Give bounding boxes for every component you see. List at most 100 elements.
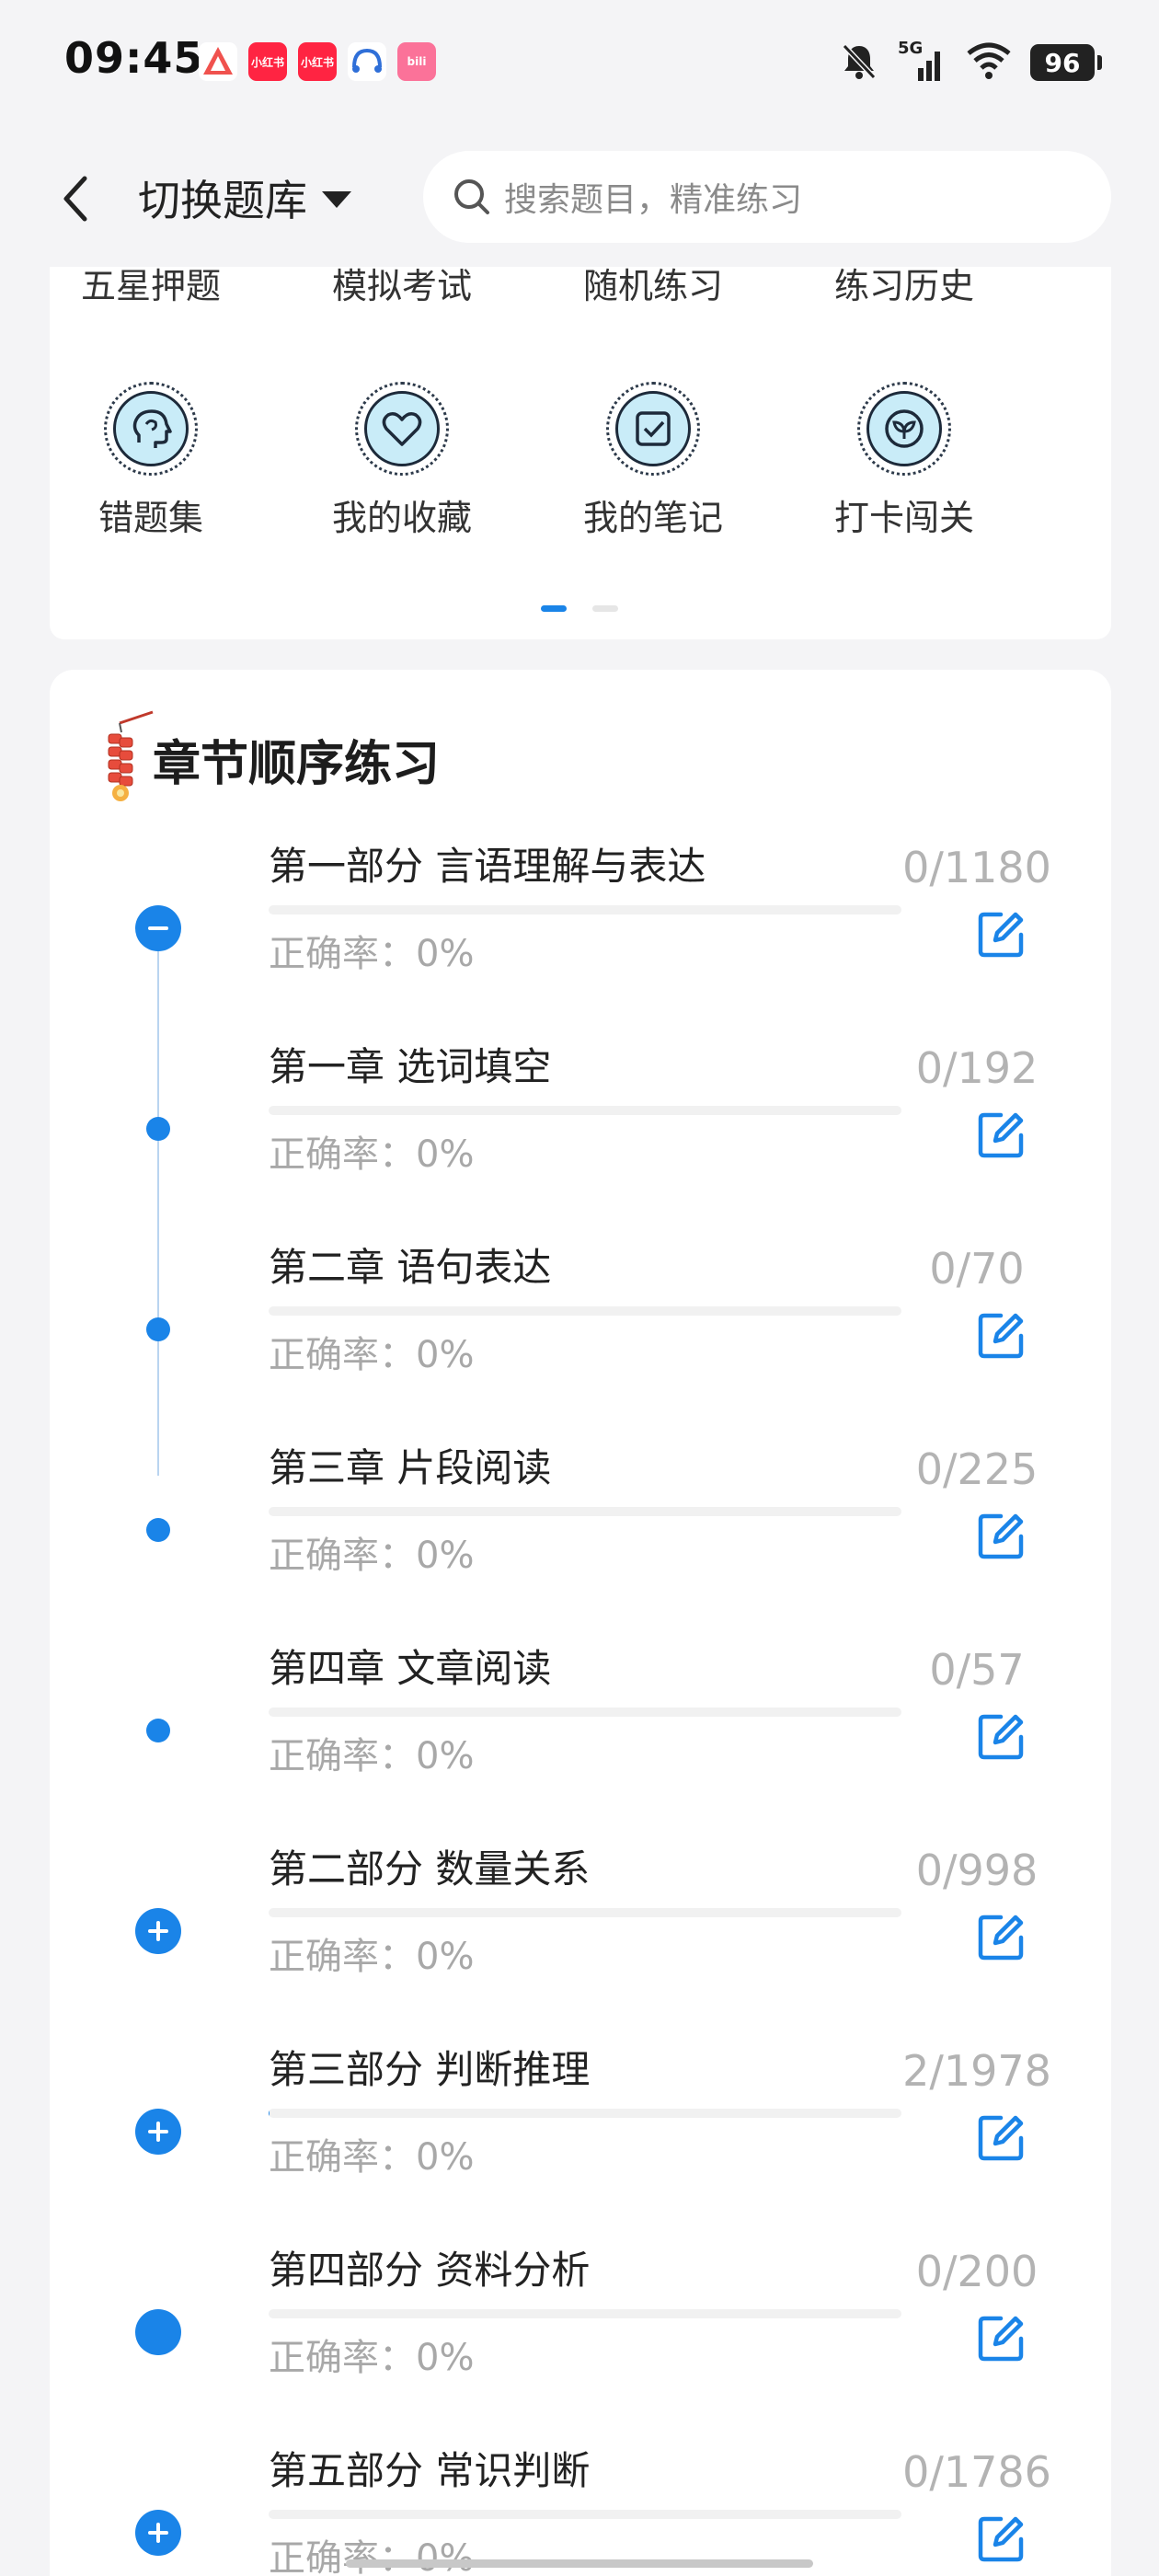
back-button[interactable]	[48, 162, 103, 236]
expand-icon[interactable]	[135, 2510, 181, 2556]
chapter-row[interactable]: 第二部分 数量关系正确率：0% 0/998	[50, 1838, 1111, 2039]
header-bar: 切换题库 搜索题目，精准练习	[0, 129, 1159, 267]
bilibili-icon: bili	[397, 42, 436, 81]
progress-bar	[269, 1106, 901, 1115]
chapter-row[interactable]: 第五部分 常识判断正确率：0% 0/1786	[50, 2440, 1111, 2576]
progress-bar	[269, 905, 901, 914]
chapter-title[interactable]: 第一部分 言语理解与表达	[269, 835, 706, 891]
home-indicator	[346, 2559, 813, 2568]
page-indicator-inactive	[592, 605, 618, 612]
edit-practice-icon[interactable]	[973, 1108, 1028, 1163]
accuracy-label: 正确率：0%	[269, 1334, 475, 1376]
edit-practice-icon[interactable]	[973, 2110, 1028, 2166]
question-count: 0/998	[915, 1846, 1039, 1895]
edit-practice-icon[interactable]	[973, 907, 1028, 962]
search-placeholder: 搜索题目，精准练习	[504, 181, 803, 219]
feature-wrong-questions[interactable]: 错题集	[50, 489, 252, 540]
question-count: 0/192	[915, 1043, 1039, 1093]
timeline-dot	[146, 1317, 170, 1341]
progress-bar-fill	[269, 2109, 270, 2118]
edit-practice-icon[interactable]	[973, 2311, 1028, 2366]
progress-bar	[269, 1908, 901, 1917]
head-icon[interactable]	[104, 382, 198, 476]
progress-bar	[269, 2510, 901, 2519]
section-title: 章节顺序练习	[153, 737, 441, 792]
collapse-icon[interactable]	[135, 905, 181, 951]
edit-practice-icon[interactable]	[973, 1308, 1028, 1363]
page-indicator-active	[541, 605, 567, 612]
timeline-dot	[146, 1117, 170, 1141]
edit-practice-icon[interactable]	[973, 1910, 1028, 1965]
accuracy-label: 正确率：0%	[269, 1133, 475, 1176]
chapter-row[interactable]: 第三章 片段阅读正确率：0% 0/225	[50, 1437, 1111, 1638]
sprout-icon[interactable]	[857, 382, 951, 476]
page: 09:45 小红书 小红书 bili 5G 96 五星押题 模拟考试 随机练习 …	[0, 0, 1159, 2576]
question-count: 0/70	[929, 1244, 1025, 1294]
chapter-title[interactable]: 第三章 片段阅读	[269, 1437, 551, 1493]
notifications-off-icon	[839, 40, 879, 85]
timeline-dot	[146, 1719, 170, 1742]
accuracy-label: 正确率：0%	[269, 2537, 475, 2576]
xiaohongshu-icon: 小红书	[248, 42, 287, 81]
question-count: 2/1978	[902, 2046, 1051, 2096]
progress-bar	[269, 1306, 901, 1316]
accuracy-label: 正确率：0%	[269, 1936, 475, 1978]
question-count: 0/57	[929, 1645, 1025, 1695]
expand-icon[interactable]	[135, 1908, 181, 1954]
chapter-row[interactable]: 第四章 文章阅读正确率：0% 0/57	[50, 1638, 1111, 1838]
status-bar: 09:45 小红书 小红书 bili 5G 96	[0, 0, 1159, 129]
chapter-title[interactable]: 第二部分 数量关系	[269, 1838, 590, 1894]
note-check-icon[interactable]	[606, 382, 700, 476]
headset-app-icon	[348, 42, 386, 81]
edit-practice-icon[interactable]	[973, 2512, 1028, 2567]
chapter-title[interactable]: 第三部分 判断推理	[269, 2039, 590, 2095]
status-indicators: 5G 96	[839, 37, 1102, 88]
search-input[interactable]: 搜索题目，精准练习	[423, 151, 1111, 243]
timeline-dot	[146, 1518, 170, 1542]
accuracy-label: 正确率：0%	[269, 933, 475, 975]
edit-practice-icon[interactable]	[973, 1509, 1028, 1564]
feature-check-in[interactable]: 打卡闯关	[803, 489, 1005, 540]
progress-bar	[269, 1708, 901, 1717]
chapter-row[interactable]: 第一章 选词填空正确率：0% 0/192	[50, 1036, 1111, 1236]
wifi-icon	[966, 40, 1012, 85]
question-count: 0/1180	[902, 843, 1051, 892]
switch-question-bank[interactable]: 切换题库	[138, 166, 351, 230]
progress-bar	[269, 1507, 901, 1516]
chapter-row[interactable]: 第一部分 言语理解与表达正确率：0% 0/1180	[50, 835, 1111, 1036]
chevron-left-icon	[63, 176, 87, 222]
chapter-row[interactable]: 第三部分 判断推理正确率：0% 2/1978	[50, 2039, 1111, 2239]
caret-down-icon	[322, 191, 351, 208]
question-count: 0/225	[915, 1444, 1039, 1494]
heart-icon[interactable]	[355, 382, 449, 476]
chapter-title[interactable]: 第四部分 资料分析	[269, 2239, 590, 2295]
feature-favorites[interactable]: 我的收藏	[301, 489, 503, 540]
question-count: 0/200	[915, 2247, 1039, 2296]
progress-bar	[269, 2309, 901, 2318]
chapter-row[interactable]: 第四部分 资料分析正确率：0% 0/200	[50, 2239, 1111, 2440]
edit-practice-icon[interactable]	[973, 1709, 1028, 1765]
progress-bar	[269, 2109, 901, 2118]
chapter-title[interactable]: 第二章 语句表达	[269, 1236, 551, 1293]
app-notification-icon	[199, 42, 237, 81]
question-count: 0/1786	[902, 2447, 1051, 2497]
chapter-practice-card: 章节顺序练习 第一部分 言语理解与表达 正确率：0% 0/1180 第一章 选词填空正…	[50, 670, 1111, 2576]
chapter-row[interactable]: 第二章 语句表达正确率：0% 0/70	[50, 1236, 1111, 1437]
accuracy-label: 正确率：0%	[269, 2337, 475, 2379]
accuracy-label: 正确率：0%	[269, 2136, 475, 2179]
chapter-title[interactable]: 第一章 选词填空	[269, 1036, 551, 1092]
xiaohongshu-icon: 小红书	[298, 42, 337, 81]
status-time: 09:45	[64, 33, 204, 83]
expand-icon[interactable]	[135, 2109, 181, 2155]
accuracy-label: 正确率：0%	[269, 1735, 475, 1777]
feature-notes[interactable]: 我的笔记	[552, 489, 754, 540]
chapter-title[interactable]: 第五部分 常识判断	[269, 2440, 590, 2496]
battery-level: 96	[1044, 47, 1081, 78]
switch-bank-label: 切换题库	[138, 176, 307, 225]
chapter-title[interactable]: 第四章 文章阅读	[269, 1638, 551, 1694]
battery-icon: 96	[1030, 44, 1102, 81]
section-dot-icon[interactable]	[135, 2309, 181, 2355]
accuracy-label: 正确率：0%	[269, 1535, 475, 1577]
search-icon	[454, 179, 489, 214]
signal-5g-icon: 5G	[898, 39, 947, 83]
